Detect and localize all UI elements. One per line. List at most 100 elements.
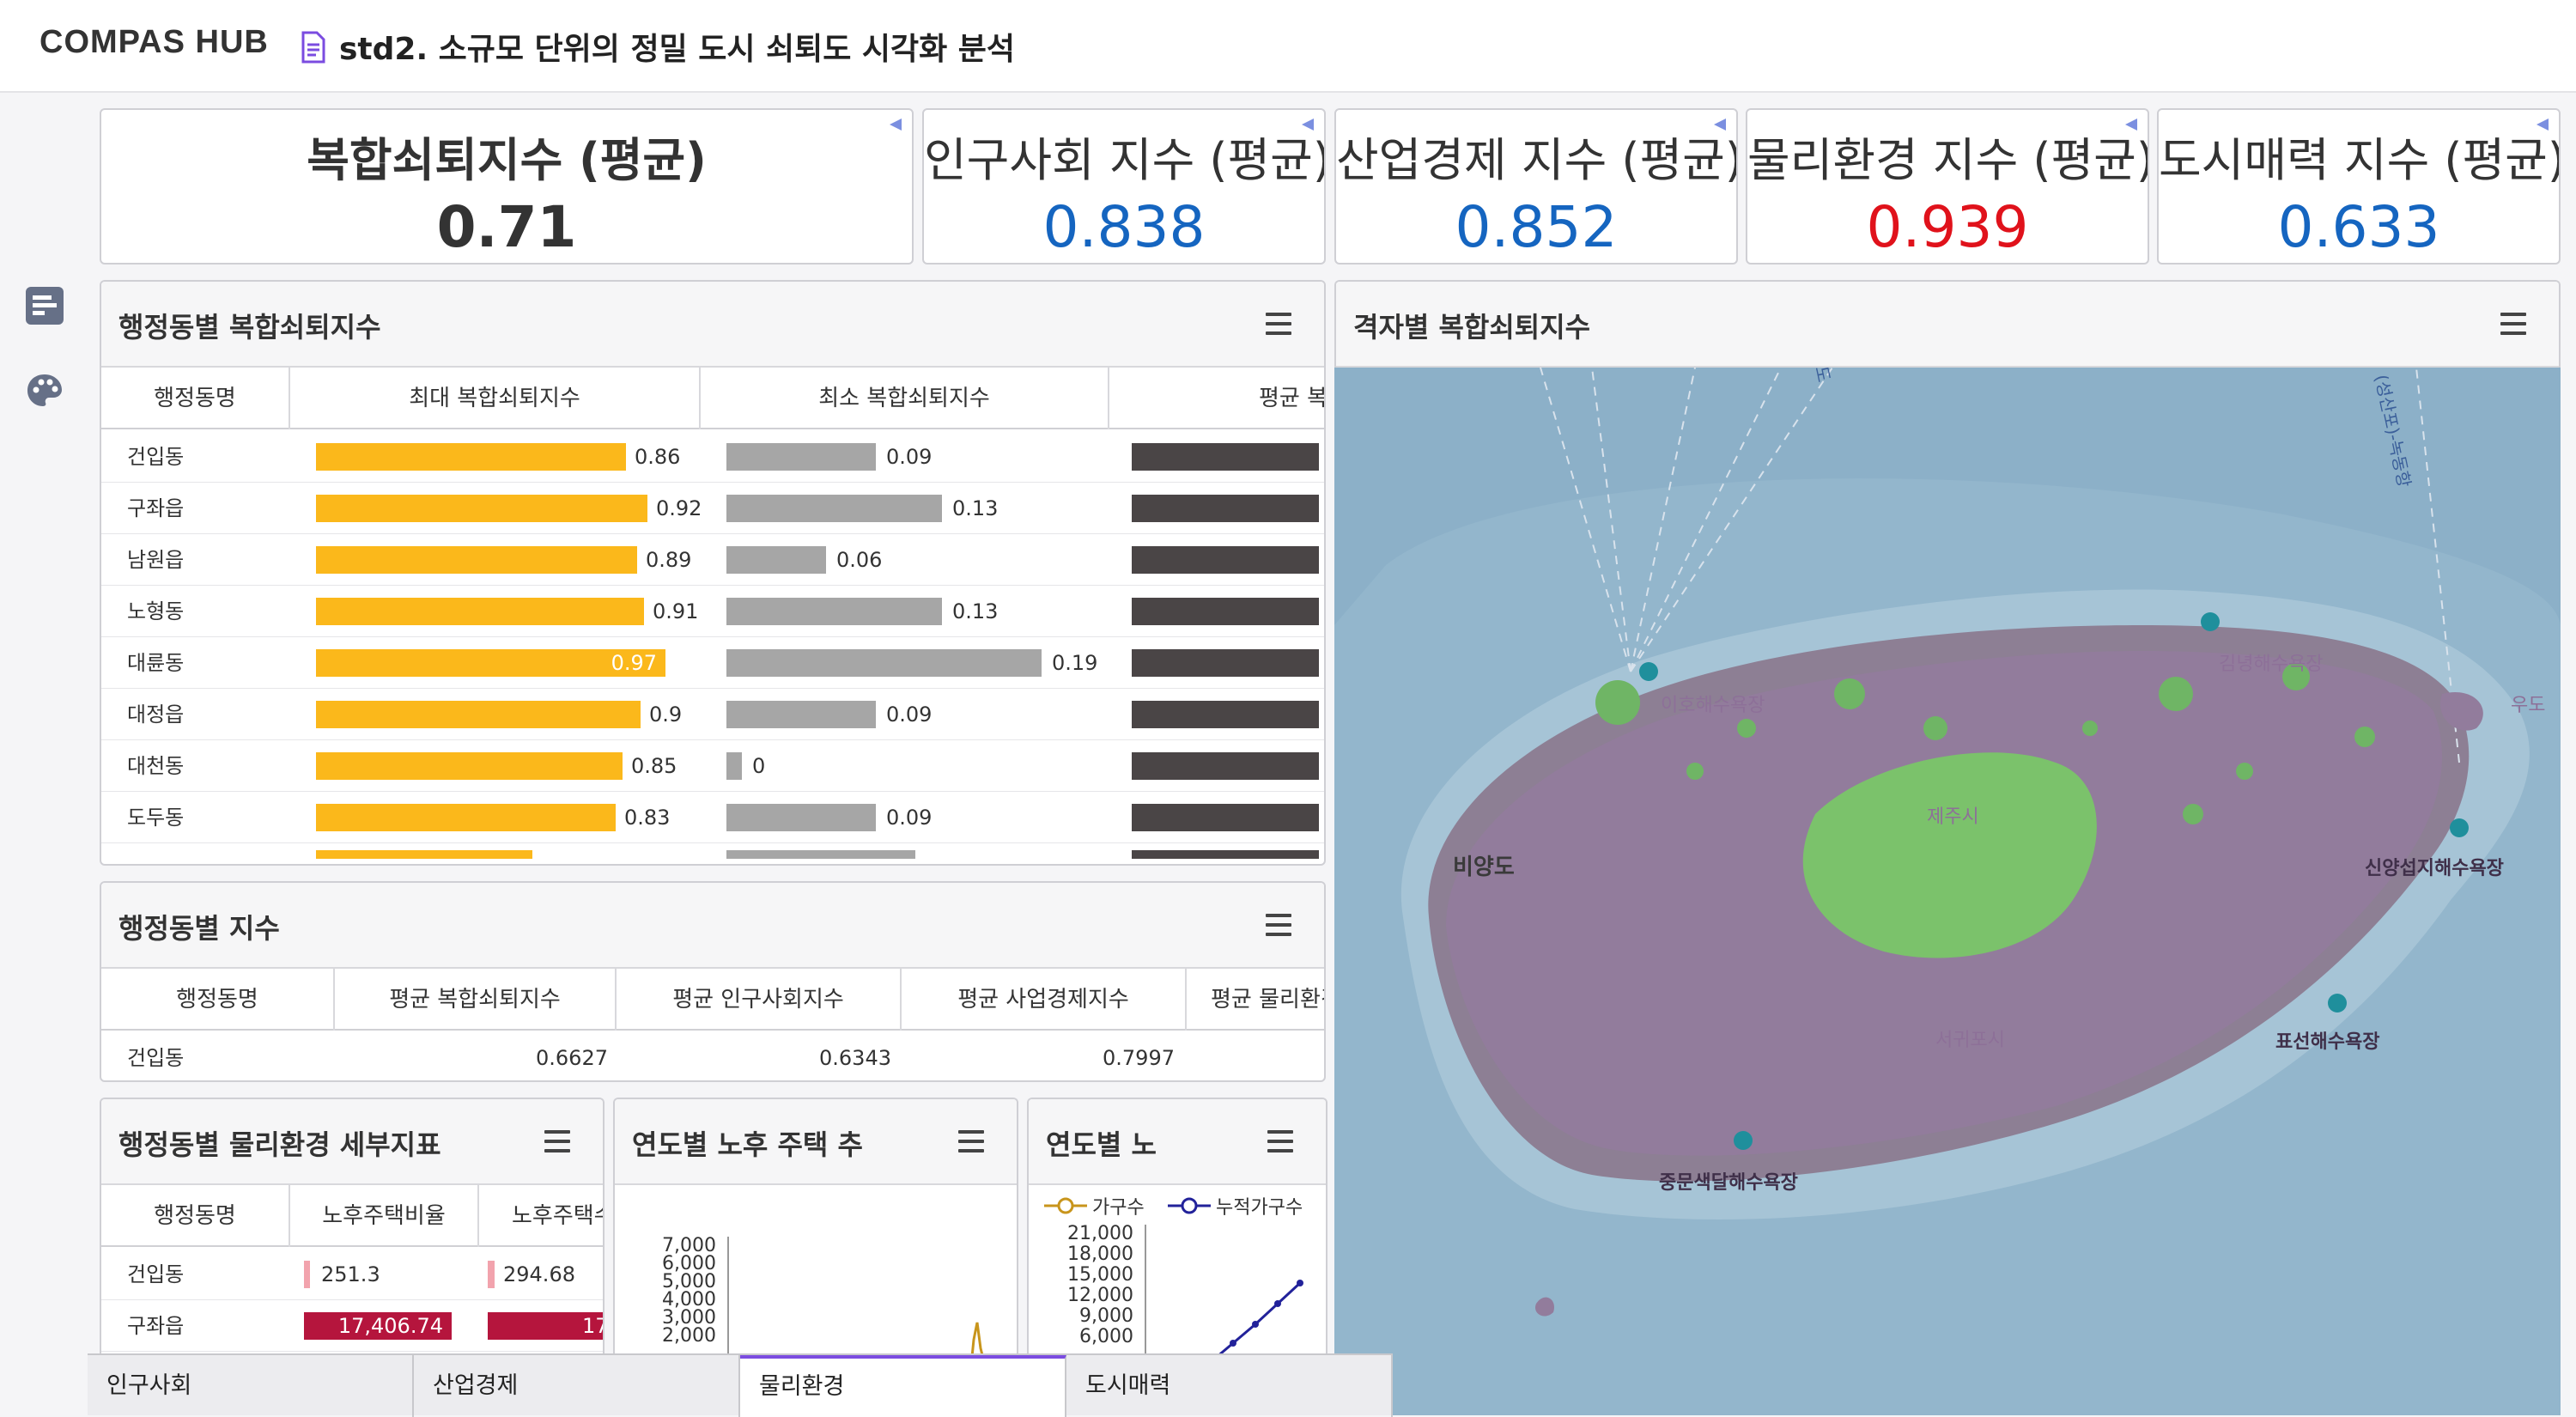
avg-bar — [1132, 649, 1319, 677]
max-bar — [316, 701, 641, 728]
table-row[interactable]: 구좌읍 0.92 0.13 — [101, 483, 1324, 534]
table-row[interactable]: 구좌읍 17,406.74 17, — [101, 1300, 603, 1352]
min-value: 0.09 — [886, 445, 933, 469]
max-bar — [316, 443, 626, 471]
count-value: 17, — [582, 1314, 603, 1338]
table-row[interactable]: 건입동 251.3 294.68 — [101, 1249, 603, 1300]
table-row[interactable]: 도두동 0.83 0.09 — [101, 792, 1324, 843]
count-value: 294.68 — [503, 1262, 575, 1286]
map-label: 서귀포시 — [1935, 1030, 2005, 1051]
corner-marker-icon — [2125, 119, 2137, 131]
column-header[interactable]: 최소 복합쇠퇴지수 — [701, 368, 1108, 429]
count-bar — [488, 1261, 495, 1288]
avg-composite-value: 0.6627 — [536, 1046, 608, 1070]
table-row[interactable]: 대천동 0.85 0 — [101, 740, 1324, 792]
jeju-map[interactable]: 비양도 제주시 서귀포시 김녕해수욕장 이호해수욕장 신양섭지해수욕장 표선해수… — [1334, 368, 2561, 1415]
max-value: 0.97 — [611, 651, 657, 675]
kpi-card-population[interactable]: 인구사회 지수 (평균) 0.838 — [922, 108, 1326, 265]
kpi-card-economy[interactable]: 산업경제 지수 (평균) 0.852 — [1334, 108, 1738, 265]
min-bar — [726, 546, 826, 574]
menu-icon[interactable] — [958, 1130, 984, 1152]
tab-economy[interactable]: 산업경제 — [414, 1355, 740, 1417]
kpi-title: 인구사회 지수 (평균) — [924, 133, 1326, 187]
table-header: 행정동명 평균 복합쇠퇴지수 평균 인구사회지수 평균 사업경제지수 평균 물리… — [101, 969, 1324, 1031]
panel-title: 행정동별 물리환경 세부지표 — [118, 1128, 441, 1161]
table-row[interactable]: 건입동 0.86 0.09 — [101, 431, 1324, 483]
min-value: 0 — [752, 754, 766, 778]
column-header[interactable]: 평균 물리환경 — [1187, 969, 1324, 1031]
menu-icon[interactable] — [544, 1130, 570, 1152]
min-value: 0.09 — [886, 806, 933, 830]
tab-attractiveness[interactable]: 도시매력 — [1066, 1355, 1393, 1417]
corner-marker-icon — [1714, 119, 1726, 131]
y-tick-label: 18,000 — [1067, 1244, 1133, 1265]
district-name: 건입동 — [127, 1262, 185, 1286]
column-header[interactable]: 노후주택수 — [479, 1185, 603, 1247]
table-row[interactable]: 남원읍 0.89 0.06 — [101, 534, 1324, 586]
table-row[interactable]: 건입동 0.6627 0.6343 0.7997 — [101, 1032, 1324, 1080]
column-header[interactable]: 최대 복합쇠퇴지수 — [290, 368, 699, 429]
column-header[interactable]: 평균 복 — [1109, 368, 1324, 429]
kpi-title: 물리환경 지수 (평균) — [1747, 133, 2149, 187]
y-tick-label: 9,000 — [1079, 1305, 1133, 1327]
kpi-value: 0.939 — [1866, 194, 2029, 260]
min-value: 0.19 — [1052, 651, 1098, 675]
column-header[interactable]: 행정동명 — [101, 1185, 289, 1247]
district-name: 구좌읍 — [127, 496, 185, 520]
column-header[interactable]: 평균 인구사회지수 — [617, 969, 900, 1031]
min-bar — [726, 752, 742, 780]
palette-icon[interactable] — [24, 371, 65, 412]
legend-label[interactable]: 가구수 — [1092, 1192, 1145, 1219]
panel-header: 연도별 노후 주택 추 — [615, 1099, 1017, 1185]
column-header[interactable]: 행정동명 — [101, 969, 333, 1031]
menu-icon[interactable] — [2500, 313, 2526, 335]
table-row[interactable]: 대륜동 0.97 0.19 — [101, 637, 1324, 689]
table-row[interactable]: 대정읍 0.9 0.09 — [101, 689, 1324, 740]
avg-population-value: 0.6343 — [819, 1046, 891, 1070]
table-header: 행정동명 노후주택비율 노후주택수 — [101, 1185, 603, 1247]
kpi-card-attractiveness[interactable]: 도시매력 지수 (평균) 0.633 — [2157, 108, 2561, 265]
max-bar — [316, 804, 616, 831]
district-name: 남원읍 — [127, 548, 185, 572]
legend-marker-cumulative — [1168, 1197, 1211, 1214]
tab-population[interactable]: 인구사회 — [88, 1355, 414, 1417]
column-header[interactable]: 노후주택비율 — [290, 1185, 477, 1247]
district-name: 건입동 — [127, 445, 185, 469]
avg-bar — [1132, 598, 1319, 625]
y-tick-label: 12,000 — [1067, 1285, 1133, 1306]
tab-physical[interactable]: 물리환경 — [740, 1355, 1066, 1417]
avg-bar — [1132, 495, 1319, 522]
max-value: 0.83 — [624, 806, 671, 830]
menu-icon[interactable] — [1266, 914, 1291, 936]
panel-title: 행정동별 복합쇠퇴지수 — [118, 311, 381, 344]
panel-header: 행정동별 지수 — [101, 883, 1324, 969]
report-icon[interactable] — [24, 285, 65, 326]
kpi-card-composite[interactable]: 복합쇠퇴지수 (평균) 0.71 — [100, 108, 914, 265]
table-body[interactable]: 건입동 0.86 0.09 구좌읍 0.92 0.13 남원읍 0.89 0.06 노형동 0.91… — [101, 431, 1324, 864]
district-name: 노형동 — [127, 599, 185, 623]
menu-icon[interactable] — [1267, 1130, 1293, 1152]
kpi-card-physical[interactable]: 물리환경 지수 (평균) 0.939 — [1746, 108, 2149, 265]
map-label: 중문색달해수욕장 — [1659, 1172, 1798, 1194]
y-tick-label: 2,000 — [662, 1325, 716, 1347]
ratio-value: 17,406.74 — [337, 1314, 443, 1338]
max-bar — [316, 752, 623, 780]
kpi-value: 0.838 — [1042, 194, 1206, 260]
min-bar — [726, 598, 942, 625]
panel-title: 행정동별 지수 — [118, 912, 280, 945]
column-header[interactable]: 평균 복합쇠퇴지수 — [335, 969, 615, 1031]
panel-title: 연도별 노후 주택 추 — [632, 1128, 863, 1161]
app-logo[interactable]: COMPAS HUB — [39, 24, 269, 61]
panel-title: 연도별 노 — [1046, 1128, 1157, 1161]
menu-icon[interactable] — [1266, 313, 1291, 335]
min-bar — [726, 443, 876, 471]
y-tick-label: 15,000 — [1067, 1264, 1133, 1286]
district-name: 대천동 — [127, 754, 185, 778]
y-tick-label: 21,000 — [1067, 1223, 1133, 1244]
max-value: 0.86 — [635, 445, 681, 469]
table-row[interactable]: 노형동 0.91 0.13 — [101, 586, 1324, 637]
column-header[interactable]: 행정동명 — [101, 368, 289, 429]
column-header[interactable]: 평균 사업경제지수 — [902, 969, 1185, 1031]
y-tick-label: 6,000 — [1079, 1326, 1133, 1347]
legend-label[interactable]: 누적가구수 — [1216, 1192, 1303, 1219]
